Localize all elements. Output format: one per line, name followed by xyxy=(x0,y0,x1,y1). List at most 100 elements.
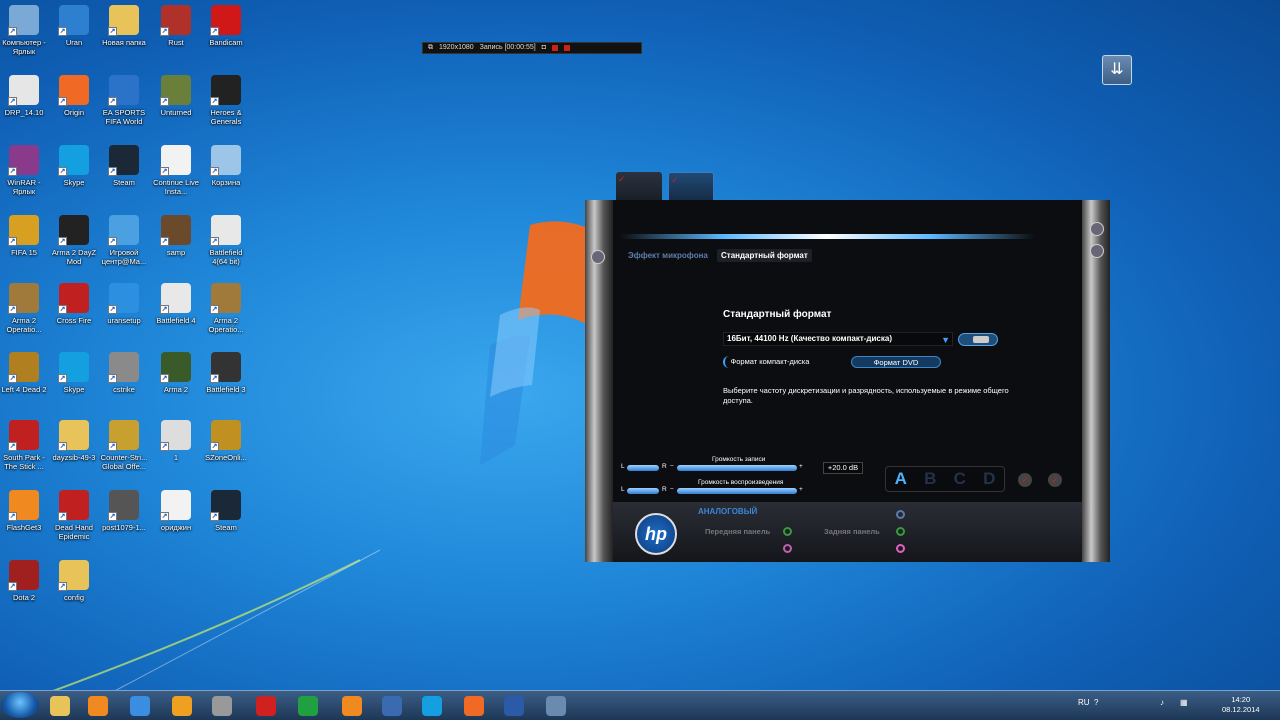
network-tray-icon[interactable]: ▦ xyxy=(1180,698,1188,707)
opera-icon[interactable] xyxy=(248,693,284,718)
desktop-icon-label: Игровой центр@Ma... xyxy=(101,248,147,266)
hp-audio-icon[interactable] xyxy=(496,693,532,718)
chrome-icon[interactable] xyxy=(122,693,158,718)
help-icon[interactable]: ? xyxy=(1094,698,1098,707)
desktop-icon[interactable]: ↗ post1079-1... xyxy=(100,490,148,532)
desktop-icon[interactable]: ↗ 1 xyxy=(152,420,200,462)
desktop-icon[interactable]: ↗ South Park - The Stick ... xyxy=(0,420,48,471)
rec-balance-slider[interactable] xyxy=(627,465,659,471)
desktop-icon[interactable]: ↗ Uran xyxy=(50,5,98,47)
desktop-icon[interactable]: ↗ Battlefield 4 xyxy=(152,283,200,325)
desktop-icon[interactable]: ↗ Rust xyxy=(152,5,200,47)
network-icon[interactable] xyxy=(538,693,574,718)
play-balance-slider[interactable] xyxy=(627,488,659,494)
download-widget-icon[interactable]: ⇊ xyxy=(1102,55,1132,85)
desktop-icon[interactable]: ↗ Steam xyxy=(202,490,250,532)
dvd-format-button[interactable]: Формат DVD xyxy=(851,356,941,368)
close-button[interactable] xyxy=(1090,222,1104,236)
desktop-icon[interactable]: ↗ Battlefield 3 xyxy=(202,352,250,394)
media-player-icon[interactable] xyxy=(80,693,116,718)
desktop-icon-label: Steam xyxy=(215,523,237,532)
play-volume-slider[interactable] xyxy=(677,488,797,494)
input-selector[interactable]: A B C D xyxy=(885,466,1005,492)
desktop-icon[interactable]: ↗ Корзина xyxy=(202,145,250,187)
origin-icon[interactable] xyxy=(456,693,492,718)
check-icon[interactable]: ✓ xyxy=(1018,473,1032,487)
front-green-port[interactable] xyxy=(783,527,792,536)
front-pink-port[interactable] xyxy=(783,544,792,553)
desktop-icon[interactable]: ↗ SZoneOnli... xyxy=(202,420,250,462)
desktop-icon-label: WinRAR - Ярлык xyxy=(7,178,41,196)
desktop-icon[interactable]: ↗ ориджин xyxy=(152,490,200,532)
green-a-icon[interactable] xyxy=(290,693,326,718)
desktop-icon[interactable]: ↗ Left 4 Dead 2 xyxy=(0,352,48,394)
vk-icon[interactable] xyxy=(374,693,410,718)
explorer-icon[interactable] xyxy=(42,693,78,718)
desktop-icon[interactable]: ↗ DRP_14.10 xyxy=(0,75,48,117)
desktop-icon[interactable]: ↗ Arma 2 Operatio... xyxy=(0,283,48,334)
desktop-icon[interactable]: ↗ Компьютер - Ярлык xyxy=(0,5,48,56)
desktop-icon[interactable]: ↗ Steam xyxy=(100,145,148,187)
desktop-icon[interactable]: ↗ Arma 2 Operatio... xyxy=(202,283,250,334)
mail-agent-icon[interactable] xyxy=(164,693,200,718)
rear-pink-port[interactable] xyxy=(896,544,905,553)
desktop-icon[interactable]: ↗ Cross Fire xyxy=(50,283,98,325)
desktop-icon[interactable]: ↗ Continue Live Insta... xyxy=(152,145,200,196)
desktop-icon[interactable]: ↗ Skype xyxy=(50,352,98,394)
desktop-icon[interactable]: ↗ Battlefield 4(64 bit) xyxy=(202,215,250,266)
shortcut-arrow-icon: ↗ xyxy=(108,27,117,36)
desktop-icon[interactable]: ↗ Origin xyxy=(50,75,98,117)
gain-input[interactable]: +20.0 dB xyxy=(823,462,863,474)
desktop-icon[interactable]: ↗ Dead Hand Epidemic xyxy=(50,490,98,541)
pause-icon[interactable] xyxy=(551,45,558,51)
shortcut-arrow-icon: ↗ xyxy=(160,167,169,176)
desktop-icon[interactable]: ↗ Skype xyxy=(50,145,98,187)
desktop-icon[interactable]: ↗ FlashGet3 xyxy=(0,490,48,532)
cd-format-button[interactable]: Формат компакт-диска xyxy=(723,356,815,368)
letter-a[interactable]: A xyxy=(895,469,907,489)
letter-d[interactable]: D xyxy=(983,469,995,489)
odnoklassniki-icon[interactable] xyxy=(334,693,370,718)
start-button[interactable] xyxy=(1,692,39,718)
settings-check-icon[interactable]: ✓ xyxy=(1048,473,1062,487)
skype-icon[interactable] xyxy=(414,693,450,718)
rear-green-port[interactable] xyxy=(896,527,905,536)
desktop-icon[interactable]: ↗ Arma 2 DayZ Mod xyxy=(50,215,98,266)
desktop-icon[interactable]: ↗ config xyxy=(50,560,98,602)
format-toggle[interactable] xyxy=(958,333,998,346)
info-button[interactable] xyxy=(591,250,605,264)
rec-volume-slider[interactable] xyxy=(677,465,797,471)
gamepad-icon[interactable] xyxy=(204,693,240,718)
letter-b[interactable]: B xyxy=(924,469,936,489)
tab-mic-effect[interactable]: Эффект микрофона xyxy=(628,251,708,260)
desktop-icon[interactable]: ↗ samp xyxy=(152,215,200,257)
bandicam-recording-bar[interactable]: ⧉ 1920x1080 Запись [00:00:55] ◘ xyxy=(422,42,642,54)
letter-c[interactable]: C xyxy=(954,469,966,489)
camera-icon[interactable]: ◘ xyxy=(542,43,546,53)
desktop-icon[interactable]: ↗ FIFA 15 xyxy=(0,215,48,257)
desktop-icon-label: Bandicam xyxy=(209,38,243,47)
desktop-icon[interactable]: ↗ Dota 2 xyxy=(0,560,48,602)
desktop-icon[interactable]: ↗ Arma 2 xyxy=(152,352,200,394)
desktop-icon[interactable]: ↗ Игровой центр@Ma... xyxy=(100,215,148,266)
stop-icon[interactable] xyxy=(563,45,570,51)
desktop-icon[interactable]: ↗ Heroes & Generals xyxy=(202,75,250,126)
desktop-icon[interactable]: ↗ EA SPORTS FIFA World xyxy=(100,75,148,126)
language-indicator[interactable]: RU xyxy=(1078,698,1090,707)
minimize-button[interactable] xyxy=(1090,244,1104,258)
rear-blue-port[interactable] xyxy=(896,510,905,519)
shortcut-arrow-icon: ↗ xyxy=(58,442,67,451)
format-select[interactable]: 16Бит, 44100 Hz (Качество компакт-диска)… xyxy=(723,332,953,346)
window-icon[interactable]: ⧉ xyxy=(428,43,433,53)
desktop-icon[interactable]: ↗ Unturned xyxy=(152,75,200,117)
desktop-icon[interactable]: ↗ cstrike xyxy=(100,352,148,394)
volume-icon[interactable]: ♪ xyxy=(1160,698,1164,707)
clock[interactable]: 14:20 08.12.2014 xyxy=(1222,695,1260,715)
desktop-icon[interactable]: ↗ Новая папка xyxy=(100,5,148,47)
desktop-icon[interactable]: ↗ uransetup xyxy=(100,283,148,325)
desktop-icon[interactable]: ↗ Bandicam xyxy=(202,5,250,47)
desktop-icon[interactable]: ↗ dayzsib-49-3 xyxy=(50,420,98,462)
desktop-icon[interactable]: ↗ WinRAR - Ярлык xyxy=(0,145,48,196)
desktop-icon[interactable]: ↗ Counter-Stri... Global Offe... xyxy=(100,420,148,471)
tab-standard-format[interactable]: Стандартный формат xyxy=(717,249,812,262)
